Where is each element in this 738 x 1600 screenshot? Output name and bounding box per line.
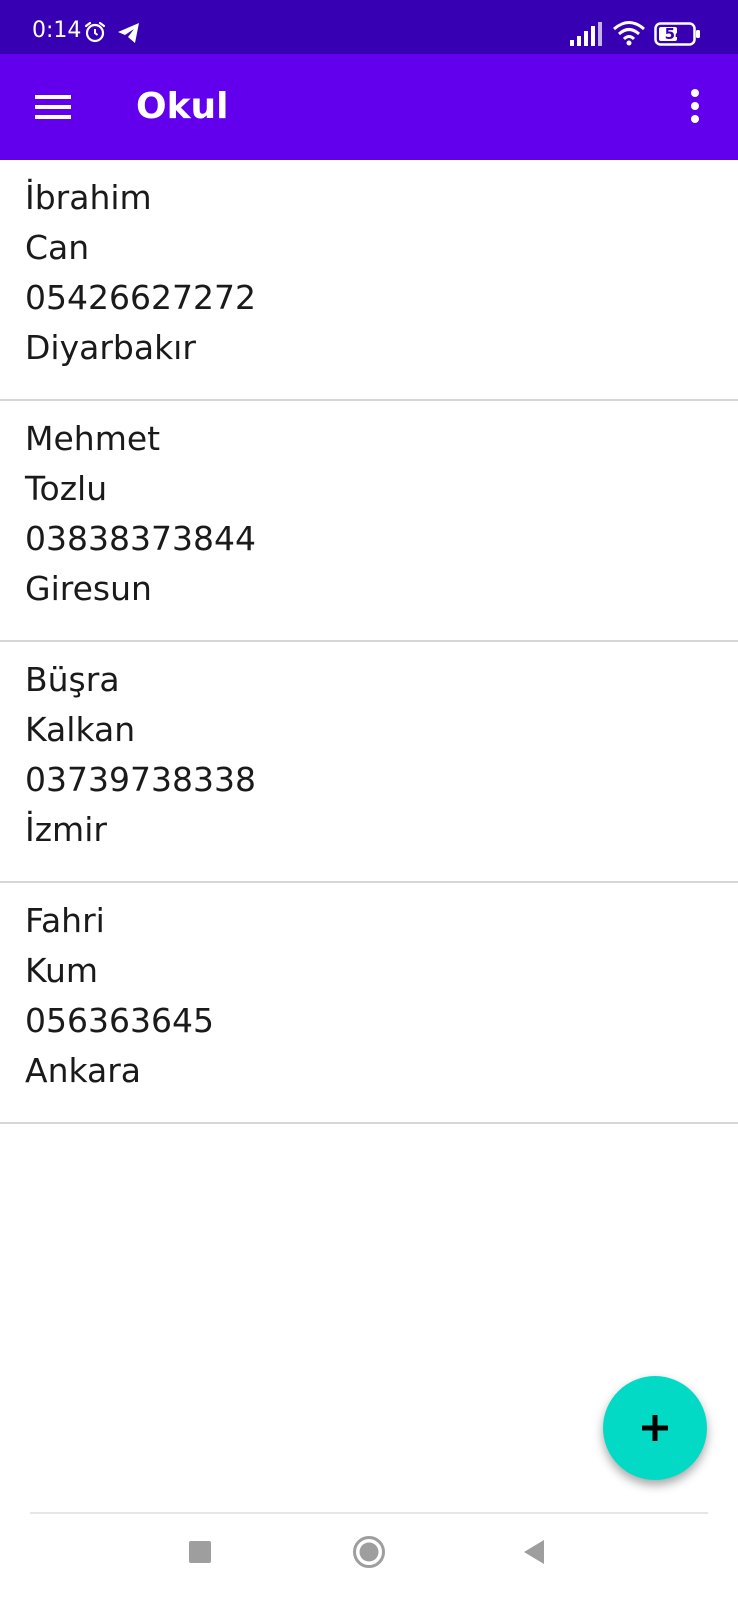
last-name: Tozlu <box>25 469 108 508</box>
back-icon[interactable] <box>522 1539 546 1569</box>
city: Diyarbakır <box>25 328 196 367</box>
system-nav-bar <box>0 1512 738 1600</box>
list-item[interactable]: Fahri Kum 056363645 Ankara <box>0 883 738 1124</box>
phone-number: 05426627272 <box>25 278 256 317</box>
last-name: Kum <box>25 951 99 990</box>
city: Ankara <box>25 1051 142 1090</box>
first-name: Fahri <box>25 901 105 940</box>
app-title: Okul <box>136 86 229 127</box>
recents-icon[interactable] <box>188 1540 212 1568</box>
menu-icon <box>35 93 73 125</box>
list-item[interactable]: İbrahim Can 05426627272 Diyarbakır <box>0 160 738 401</box>
status-time: 0:14 <box>32 18 82 43</box>
add-student-fab[interactable] <box>603 1376 707 1480</box>
phone-number: 056363645 <box>25 1001 214 1040</box>
phone-number: 03739738338 <box>25 760 256 799</box>
list-item[interactable]: Büşra Kalkan 03739738338 İzmir <box>0 642 738 883</box>
first-name: Mehmet <box>25 419 161 458</box>
first-name: İbrahim <box>25 178 152 217</box>
more-vert-icon <box>689 89 701 127</box>
status-bar: 0:14 54 <box>0 0 738 54</box>
city: İzmir <box>25 810 107 849</box>
first-name: Büşra <box>25 660 120 699</box>
list-item[interactable]: Mehmet Tozlu 03838373844 Giresun <box>0 401 738 642</box>
student-list: İbrahim Can 05426627272 Diyarbakır Mehme… <box>0 160 738 1124</box>
nav-divider <box>30 1512 708 1514</box>
phone-number: 03838373844 <box>25 519 256 558</box>
city: Giresun <box>25 569 152 608</box>
app-bar: Okul <box>0 54 738 160</box>
telegram-icon <box>117 22 141 48</box>
alarm-icon <box>83 20 107 48</box>
last-name: Can <box>25 228 90 267</box>
signal-icon <box>570 22 604 50</box>
last-name: Kalkan <box>25 710 136 749</box>
battery-level: 54 <box>664 25 686 43</box>
menu-button[interactable] <box>26 78 82 134</box>
home-icon[interactable] <box>352 1535 386 1573</box>
wifi-icon <box>612 20 646 50</box>
overflow-menu-button[interactable] <box>672 78 720 134</box>
add-icon <box>641 1414 669 1446</box>
